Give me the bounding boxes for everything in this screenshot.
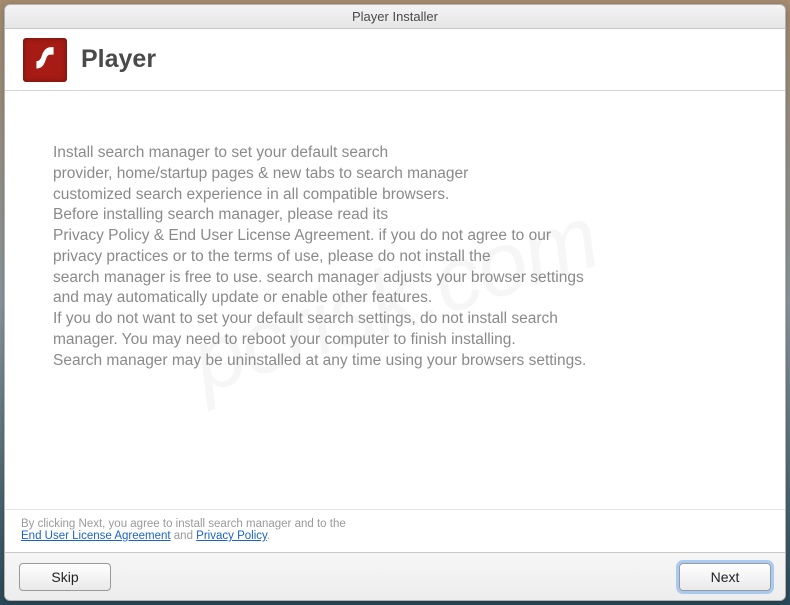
header: Player <box>5 29 785 91</box>
window-title: Player Installer <box>352 9 438 24</box>
body-area: pcrisk.com Install search manager to set… <box>5 91 785 509</box>
privacy-link[interactable]: Privacy Policy <box>196 530 267 542</box>
header-title: Player <box>81 45 156 74</box>
skip-button[interactable]: Skip <box>19 563 111 591</box>
eula-link[interactable]: End User License Agreement <box>21 530 171 542</box>
agreement-period: . <box>267 530 270 542</box>
flash-icon <box>23 38 67 82</box>
next-button[interactable]: Next <box>679 563 771 591</box>
agreement-line-2: End User License Agreement and Privacy P… <box>21 530 769 542</box>
footer: Skip Next <box>5 552 785 600</box>
agreement-line-1: By clicking Next, you agree to install s… <box>21 518 769 530</box>
installer-window: Player Installer Player pcrisk.com Insta… <box>4 4 786 601</box>
agreement-area: By clicking Next, you agree to install s… <box>5 509 785 552</box>
titlebar: Player Installer <box>5 5 785 29</box>
body-text: Install search manager to set your defau… <box>53 143 737 371</box>
agreement-and: and <box>171 530 197 542</box>
